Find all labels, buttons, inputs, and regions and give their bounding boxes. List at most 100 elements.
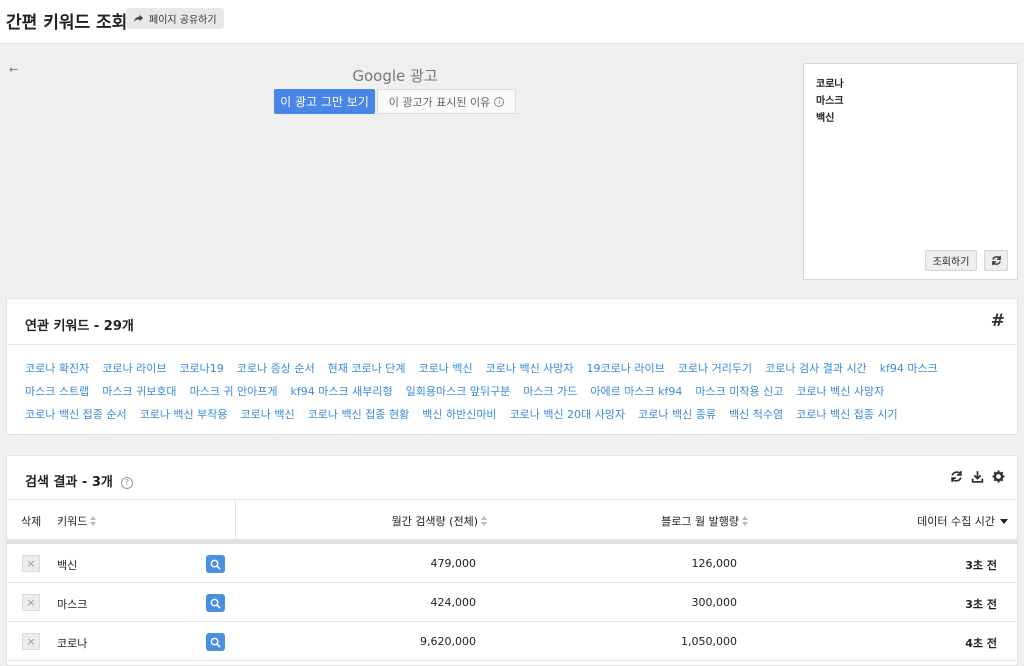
ad-area: ← Google 광고 이 광고 그만 보기 이 광고가 표시된 이유 i — [6, 62, 784, 280]
sort-icon — [90, 515, 97, 527]
related-keyword-link[interactable]: 현재 코로나 단계 — [328, 362, 406, 375]
related-keyword-link[interactable]: 코로나 확진자 — [25, 362, 89, 375]
divider — [7, 344, 1017, 345]
row-blog-volume: 1,050,000 — [681, 635, 737, 648]
related-keyword-link[interactable]: 마스크 미착용 신고 — [695, 385, 783, 398]
row-monthly-volume: 9,620,000 — [420, 635, 476, 648]
related-keyword-link[interactable]: kf94 마스크 새부리형 — [291, 385, 393, 398]
gear-icon[interactable] — [992, 468, 1005, 483]
row-monthly-volume: 479,000 — [430, 557, 477, 570]
table-row: × 코로나 9,620,000 1,050,000 4초 전 — [7, 622, 1017, 661]
table-row: × 마스크 424,000 300,000 3초 전 — [7, 583, 1017, 622]
related-keywords-panel: 연관 키워드 - 29개 # 코로나 확진자 코로나 라이브 코로나19 코로나 증상… — [6, 298, 1018, 435]
column-blog-volume[interactable]: 블로그 월 발행량 — [661, 513, 749, 529]
related-keyword-link[interactable]: 코로나 증상 순서 — [237, 362, 315, 375]
keyword-query-box[interactable]: 코로나 마스크 백신 조회하기 — [803, 63, 1018, 280]
search-button[interactable]: 조회하기 — [925, 250, 977, 271]
query-line: 마스크 — [816, 96, 844, 107]
row-keyword: 코로나 — [57, 637, 88, 650]
query-textarea[interactable]: 코로나 마스크 백신 — [816, 76, 844, 127]
column-monthly-volume-label: 월간 검색량 (전체) — [391, 515, 478, 528]
keyword-search-button[interactable] — [206, 594, 225, 612]
related-keyword-link[interactable]: 일회용마스크 앞뒤구분 — [406, 385, 511, 398]
help-icon[interactable]: ? — [120, 477, 133, 489]
stop-ad-button[interactable]: 이 광고 그만 보기 — [274, 89, 375, 114]
row-blog-volume: 300,000 — [691, 596, 738, 609]
column-keyword-label: 키워드 — [57, 515, 88, 528]
search-icon — [210, 637, 221, 648]
download-icon[interactable] — [971, 468, 984, 483]
related-keyword-link[interactable]: 코로나 백신 접종 시기 — [796, 408, 898, 421]
sort-icon — [742, 515, 749, 527]
related-keyword-link[interactable]: 마스크 가드 — [523, 385, 577, 398]
related-keyword-link[interactable]: 아에르 마스크 kf94 — [590, 385, 682, 398]
related-keyword-link[interactable]: 백신 척수염 — [729, 408, 783, 421]
reset-button[interactable] — [984, 250, 1008, 271]
related-keyword-link[interactable]: 코로나19 — [179, 362, 223, 375]
related-keyword-link[interactable]: 마스크 귀 안아프게 — [190, 385, 278, 398]
why-ad-label: 이 광고가 표시된 이유 — [388, 95, 491, 109]
keyword-row: 코로나 백신 접종 순서 코로나 백신 부작용 코로나 백신 코로나 백신 접종 현황… — [25, 403, 985, 426]
related-keyword-link[interactable]: 코로나 검사 결과 시간 — [765, 362, 867, 375]
table-header: 삭제 키워드 월간 검색량 (전체) 블로그 월 발행량 데이터 수집 시간 — [7, 499, 1017, 540]
related-keyword-link[interactable]: 코로나 거리두기 — [678, 362, 752, 375]
keyword-search-button[interactable] — [206, 555, 225, 573]
results-toolbar — [950, 468, 1005, 483]
row-collection-time: 4초 전 — [965, 637, 997, 650]
search-icon — [210, 559, 221, 570]
column-keyword[interactable]: 키워드 — [57, 513, 97, 529]
hashtag-icon[interactable]: # — [991, 311, 1005, 331]
keyword-row: 코로나 확진자 코로나 라이브 코로나19 코로나 증상 순서 현재 코로나 단계 코로나… — [25, 357, 985, 380]
share-page-label: 페이지 공유하기 — [149, 15, 217, 26]
share-icon — [133, 14, 144, 23]
related-keyword-link[interactable]: 코로나 백신 — [241, 408, 295, 421]
query-line: 코로나 — [816, 79, 844, 90]
related-keyword-link[interactable]: 코로나 백신 사망자 — [796, 385, 884, 398]
refresh-icon — [991, 255, 1001, 266]
delete-row-button[interactable]: × — [22, 555, 40, 572]
delete-row-button[interactable]: × — [22, 633, 40, 650]
related-keyword-link[interactable]: 19코로나 라이브 — [587, 362, 665, 375]
top-bar: 간편 키워드 조회 페이지 공유하기 — [0, 0, 1024, 44]
related-keyword-link[interactable]: 코로나 백신 사망자 — [486, 362, 574, 375]
row-blog-volume: 126,000 — [691, 557, 738, 570]
row-collection-time: 3초 전 — [965, 559, 997, 572]
google-ad-label: Google 광고 — [352, 67, 438, 85]
row-monthly-volume: 424,000 — [430, 596, 477, 609]
search-results-title-text: 검색 결과 - 3개 — [25, 475, 113, 490]
search-icon — [210, 598, 221, 609]
related-keyword-link[interactable]: 코로나 라이브 — [102, 362, 166, 375]
sort-icon — [481, 515, 488, 527]
keyword-row: 마스크 스트랩 마스크 귀보호대 마스크 귀 안아프게 kf94 마스크 새부리형 일회… — [25, 380, 985, 403]
sort-desc-icon — [1000, 518, 1008, 524]
row-keyword: 백신 — [57, 559, 78, 572]
refresh-icon[interactable] — [950, 468, 963, 482]
related-keyword-link[interactable]: 코로나 백신 부작용 — [140, 408, 228, 421]
search-results-title: 검색 결과 - 3개? — [25, 471, 133, 490]
query-line: 백신 — [816, 113, 835, 124]
row-keyword: 마스크 — [57, 598, 88, 611]
related-keyword-link[interactable]: 코로나 백신 20대 사망자 — [510, 408, 626, 421]
column-delete: 삭제 — [21, 515, 42, 528]
delete-row-button[interactable]: × — [22, 594, 40, 611]
table-row: × 백신 479,000 126,000 3초 전 — [7, 544, 1017, 583]
column-collection-time[interactable]: 데이터 수집 시간 — [917, 513, 1008, 529]
related-keyword-list: 코로나 확진자 코로나 라이브 코로나19 코로나 증상 순서 현재 코로나 단계 코로나… — [25, 357, 985, 426]
related-keyword-link[interactable]: 코로나 백신 — [418, 362, 472, 375]
related-keyword-link[interactable]: 코로나 백신 접종 현황 — [308, 408, 410, 421]
related-keyword-link[interactable]: 백신 하반신마비 — [422, 408, 496, 421]
page-title: 간편 키워드 조회 — [6, 13, 128, 33]
column-monthly-volume[interactable]: 월간 검색량 (전체) — [392, 513, 488, 529]
column-separator — [235, 500, 236, 540]
related-keyword-link[interactable]: 마스크 귀보호대 — [102, 385, 176, 398]
share-page-button[interactable]: 페이지 공유하기 — [126, 8, 224, 29]
related-keyword-link[interactable]: 코로나 백신 종류 — [638, 408, 716, 421]
related-keyword-link[interactable]: 코로나 백신 접종 순서 — [25, 408, 127, 421]
related-keyword-link[interactable]: 마스크 스트랩 — [25, 385, 89, 398]
related-keyword-link[interactable]: kf94 마스크 — [880, 362, 938, 375]
info-icon: i — [494, 96, 505, 107]
row-collection-time: 3초 전 — [965, 598, 997, 611]
keyword-search-button[interactable] — [206, 633, 225, 651]
why-ad-button[interactable]: 이 광고가 표시된 이유 i — [377, 89, 516, 114]
search-results-panel: 검색 결과 - 3개? 삭제 키워드 월간 검색량 (전체) 블로그 월 발행량… — [6, 455, 1018, 666]
